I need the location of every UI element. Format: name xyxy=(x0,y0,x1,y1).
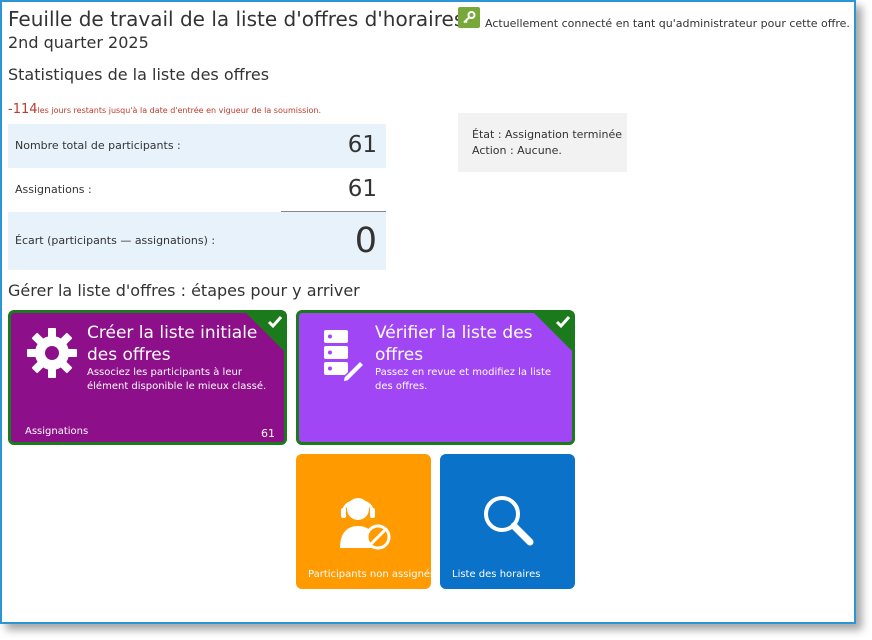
days-remaining-number: -114 xyxy=(8,102,38,117)
tile-title: Vérifier la liste des offres xyxy=(375,323,533,365)
tile-verify-list[interactable]: Vérifier la liste des offres Passez en r… xyxy=(296,310,575,445)
status-action-label: Action : xyxy=(472,144,514,157)
tile-schedule-list[interactable]: Liste des horaires xyxy=(440,454,575,589)
stat-label: Nombre total de participants : xyxy=(15,139,181,152)
gear-icon xyxy=(26,327,78,383)
list-edit-icon xyxy=(314,327,366,387)
stat-value: 61 xyxy=(347,132,377,158)
status-state-label: État : xyxy=(472,128,502,141)
magnifier-icon xyxy=(480,492,536,552)
status-state-value: Assignation terminée xyxy=(505,128,623,141)
tile-create-initial-list[interactable]: Créer la liste initiale des offres Assoc… xyxy=(8,310,287,445)
stat-label: Écart (participants — assignations) : xyxy=(15,234,216,247)
tile-unassigned-participants[interactable]: Participants non assignés xyxy=(296,454,431,589)
headset-user-blocked-icon xyxy=(336,492,392,556)
stat-value: 61 xyxy=(347,176,377,202)
tile-label: Participants non assignés xyxy=(308,569,431,580)
status-state: État : Assignation terminée xyxy=(472,128,622,141)
tile-count: 61 xyxy=(261,427,275,440)
status-box: État : Assignation terminée Action : Auc… xyxy=(458,113,627,172)
stat-value: 0 xyxy=(354,221,377,261)
tile-description: Passez en revue et modifiez la liste des… xyxy=(375,367,552,392)
page-title: Feuille de travail de la liste d'offres … xyxy=(8,7,465,31)
admin-key-icon xyxy=(458,7,480,28)
stats-heading: Statistiques de la liste des offres xyxy=(8,65,270,84)
tile-label: Liste des horaires xyxy=(452,569,541,580)
manage-heading: Gérer la liste d'offres : étapes pour y … xyxy=(8,281,360,300)
tile-title: Créer la liste initiale des offres xyxy=(87,323,258,365)
days-remaining: -114les jours restants jusqu'à la date d… xyxy=(8,98,321,117)
days-remaining-text: les jours restants jusqu'à la date d'ent… xyxy=(37,106,322,115)
worksheet-frame: Feuille de travail de la liste d'offres … xyxy=(0,0,856,624)
stat-label: Assignations : xyxy=(15,183,92,196)
stat-row-difference: Écart (participants — assignations) : 0 xyxy=(8,212,386,270)
stat-row-assignments: Assignations : 61 xyxy=(8,168,386,212)
tile-footer-label: Assignations xyxy=(25,426,89,437)
status-action-value: Aucune. xyxy=(517,144,562,157)
tile-description: Associez les participants à leur élément… xyxy=(87,367,267,392)
stat-row-total-participants: Nombre total de participants : 61 xyxy=(8,124,386,168)
admin-note: Actuellement connecté en tant qu'adminis… xyxy=(485,17,850,30)
status-action: Action : Aucune. xyxy=(472,144,562,157)
page-subtitle: 2nd quarter 2025 xyxy=(8,33,149,52)
